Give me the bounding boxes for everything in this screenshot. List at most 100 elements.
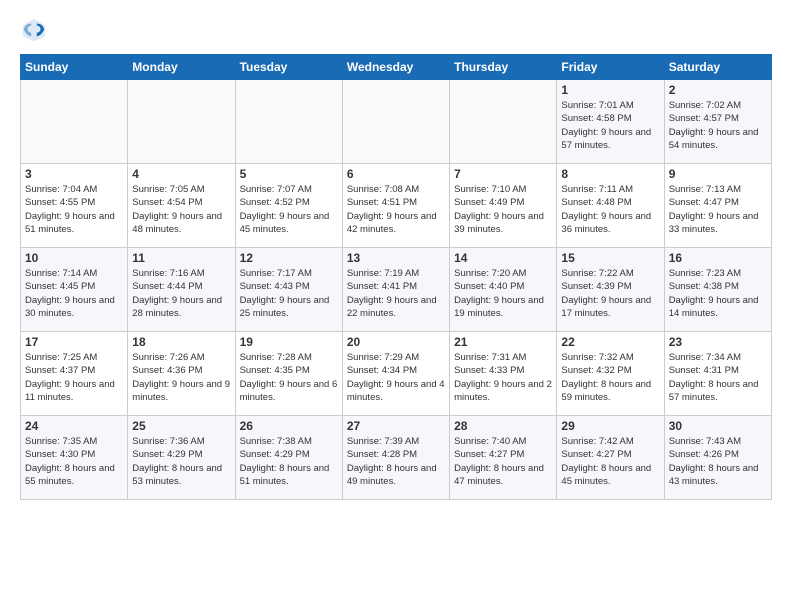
calendar-cell: 12Sunrise: 7:17 AM Sunset: 4:43 PM Dayli… [235,248,342,332]
calendar-cell: 14 Sunrise: 7:20 AM Sunset: 4:40 PM Dayli… [450,248,557,332]
day-number: 22 [561,335,659,349]
calendar-week-row: 24Sunrise: 7:35 AM Sunset: 4:30 PM Dayli… [21,416,772,500]
day-info: Sunrise: 7:36 AM Sunset: 4:29 PM Dayligh… [132,435,230,488]
calendar-cell: 25 Sunrise: 7:36 AM Sunset: 4:29 PM Dayli… [128,416,235,500]
day-number: 9 [669,167,767,181]
calendar-cell [235,80,342,164]
day-info: Sunrise: 7:14 AM Sunset: 4:45 PM Dayligh… [25,267,123,320]
day-info: Sunrise: 7:32 AM Sunset: 4:32 PM Dayligh… [561,351,659,404]
calendar-header-sunday: Sunday [21,55,128,80]
calendar-cell: 5 Sunrise: 7:07 AM Sunset: 4:52 PM Daylig… [235,164,342,248]
calendar-cell [342,80,449,164]
calendar-header-wednesday: Wednesday [342,55,449,80]
day-number: 17 [25,335,123,349]
day-info: Sunrise: 7:16 AM Sunset: 4:44 PM Dayligh… [132,267,230,320]
calendar-header-friday: Friday [557,55,664,80]
calendar-cell: 3Sunrise: 7:04 AM Sunset: 4:55 PM Daylig… [21,164,128,248]
day-info: Sunrise: 7:29 AM Sunset: 4:34 PM Dayligh… [347,351,445,404]
day-info: Sunrise: 7:25 AM Sunset: 4:37 PM Dayligh… [25,351,123,404]
calendar-cell [450,80,557,164]
day-number: 7 [454,167,552,181]
day-number: 29 [561,419,659,433]
day-number: 26 [240,419,338,433]
day-number: 23 [669,335,767,349]
day-info: Sunrise: 7:43 AM Sunset: 4:26 PM Dayligh… [669,435,767,488]
calendar-cell: 8 Sunrise: 7:11 AM Sunset: 4:48 PM Daylig… [557,164,664,248]
day-info: Sunrise: 7:42 AM Sunset: 4:27 PM Dayligh… [561,435,659,488]
calendar-cell: 24Sunrise: 7:35 AM Sunset: 4:30 PM Dayli… [21,416,128,500]
calendar-cell [21,80,128,164]
calendar-header-row: SundayMondayTuesdayWednesdayThursdayFrid… [21,55,772,80]
calendar-cell: 28 Sunrise: 7:40 AM Sunset: 4:27 PM Dayli… [450,416,557,500]
calendar-cell: 2 Sunrise: 7:02 AM Sunset: 4:57 PM Daylig… [664,80,771,164]
day-number: 11 [132,251,230,265]
day-info: Sunrise: 7:07 AM Sunset: 4:52 PM Dayligh… [240,183,338,236]
calendar-cell: 17 Sunrise: 7:25 AM Sunset: 4:37 PM Dayli… [21,332,128,416]
day-number: 8 [561,167,659,181]
day-number: 12 [240,251,338,265]
day-number: 19 [240,335,338,349]
calendar-cell: 30 Sunrise: 7:43 AM Sunset: 4:26 PM Dayli… [664,416,771,500]
day-number: 4 [132,167,230,181]
day-number: 13 [347,251,445,265]
day-number: 14 [454,251,552,265]
logo [20,16,52,44]
calendar-cell: 9 Sunrise: 7:13 AM Sunset: 4:47 PM Daylig… [664,164,771,248]
day-number: 20 [347,335,445,349]
calendar-header-tuesday: Tuesday [235,55,342,80]
day-info: Sunrise: 7:19 AM Sunset: 4:41 PM Dayligh… [347,267,445,320]
calendar-cell: 26Sunrise: 7:38 AM Sunset: 4:29 PM Dayli… [235,416,342,500]
day-number: 3 [25,167,123,181]
day-number: 28 [454,419,552,433]
day-info: Sunrise: 7:10 AM Sunset: 4:49 PM Dayligh… [454,183,552,236]
calendar-cell: 22 Sunrise: 7:32 AM Sunset: 4:32 PM Dayli… [557,332,664,416]
day-info: Sunrise: 7:13 AM Sunset: 4:47 PM Dayligh… [669,183,767,236]
day-info: Sunrise: 7:34 AM Sunset: 4:31 PM Dayligh… [669,351,767,404]
calendar-header-thursday: Thursday [450,55,557,80]
calendar-table: SundayMondayTuesdayWednesdayThursdayFrid… [20,54,772,500]
day-info: Sunrise: 7:08 AM Sunset: 4:51 PM Dayligh… [347,183,445,236]
day-info: Sunrise: 7:31 AM Sunset: 4:33 PM Dayligh… [454,351,552,404]
day-info: Sunrise: 7:05 AM Sunset: 4:54 PM Dayligh… [132,183,230,236]
day-number: 2 [669,83,767,97]
calendar-cell: 18Sunrise: 7:26 AM Sunset: 4:36 PM Dayli… [128,332,235,416]
calendar-cell: 21 Sunrise: 7:31 AM Sunset: 4:33 PM Dayli… [450,332,557,416]
day-number: 24 [25,419,123,433]
day-info: Sunrise: 7:28 AM Sunset: 4:35 PM Dayligh… [240,351,338,404]
day-number: 30 [669,419,767,433]
day-number: 15 [561,251,659,265]
calendar-cell: 19 Sunrise: 7:28 AM Sunset: 4:35 PM Dayli… [235,332,342,416]
calendar-cell: 15Sunrise: 7:22 AM Sunset: 4:39 PM Dayli… [557,248,664,332]
day-info: Sunrise: 7:20 AM Sunset: 4:40 PM Dayligh… [454,267,552,320]
calendar-cell: 11 Sunrise: 7:16 AM Sunset: 4:44 PM Dayli… [128,248,235,332]
day-number: 1 [561,83,659,97]
day-info: Sunrise: 7:39 AM Sunset: 4:28 PM Dayligh… [347,435,445,488]
calendar-header-monday: Monday [128,55,235,80]
page: SundayMondayTuesdayWednesdayThursdayFrid… [0,0,792,612]
calendar-cell: 29 Sunrise: 7:42 AM Sunset: 4:27 PM Dayli… [557,416,664,500]
day-number: 25 [132,419,230,433]
calendar-week-row: 10 Sunrise: 7:14 AM Sunset: 4:45 PM Dayli… [21,248,772,332]
calendar-cell: 16Sunrise: 7:23 AM Sunset: 4:38 PM Dayli… [664,248,771,332]
day-number: 5 [240,167,338,181]
day-info: Sunrise: 7:11 AM Sunset: 4:48 PM Dayligh… [561,183,659,236]
calendar-cell: 10 Sunrise: 7:14 AM Sunset: 4:45 PM Dayli… [21,248,128,332]
calendar-week-row: 1 Sunrise: 7:01 AM Sunset: 4:58 PM Daylig… [21,80,772,164]
day-number: 16 [669,251,767,265]
logo-icon [20,16,48,44]
calendar-cell: 7 Sunrise: 7:10 AM Sunset: 4:49 PM Daylig… [450,164,557,248]
calendar-cell: 23 Sunrise: 7:34 AM Sunset: 4:31 PM Dayli… [664,332,771,416]
day-info: Sunrise: 7:26 AM Sunset: 4:36 PM Dayligh… [132,351,230,404]
calendar-cell: 6Sunrise: 7:08 AM Sunset: 4:51 PM Daylig… [342,164,449,248]
calendar-cell: 13 Sunrise: 7:19 AM Sunset: 4:41 PM Dayli… [342,248,449,332]
day-info: Sunrise: 7:01 AM Sunset: 4:58 PM Dayligh… [561,99,659,152]
day-info: Sunrise: 7:40 AM Sunset: 4:27 PM Dayligh… [454,435,552,488]
calendar-cell [128,80,235,164]
calendar-cell: 27 Sunrise: 7:39 AM Sunset: 4:28 PM Dayli… [342,416,449,500]
day-number: 21 [454,335,552,349]
calendar-cell: 20 Sunrise: 7:29 AM Sunset: 4:34 PM Dayli… [342,332,449,416]
day-number: 10 [25,251,123,265]
calendar-cell: 1 Sunrise: 7:01 AM Sunset: 4:58 PM Daylig… [557,80,664,164]
day-number: 27 [347,419,445,433]
day-info: Sunrise: 7:02 AM Sunset: 4:57 PM Dayligh… [669,99,767,152]
